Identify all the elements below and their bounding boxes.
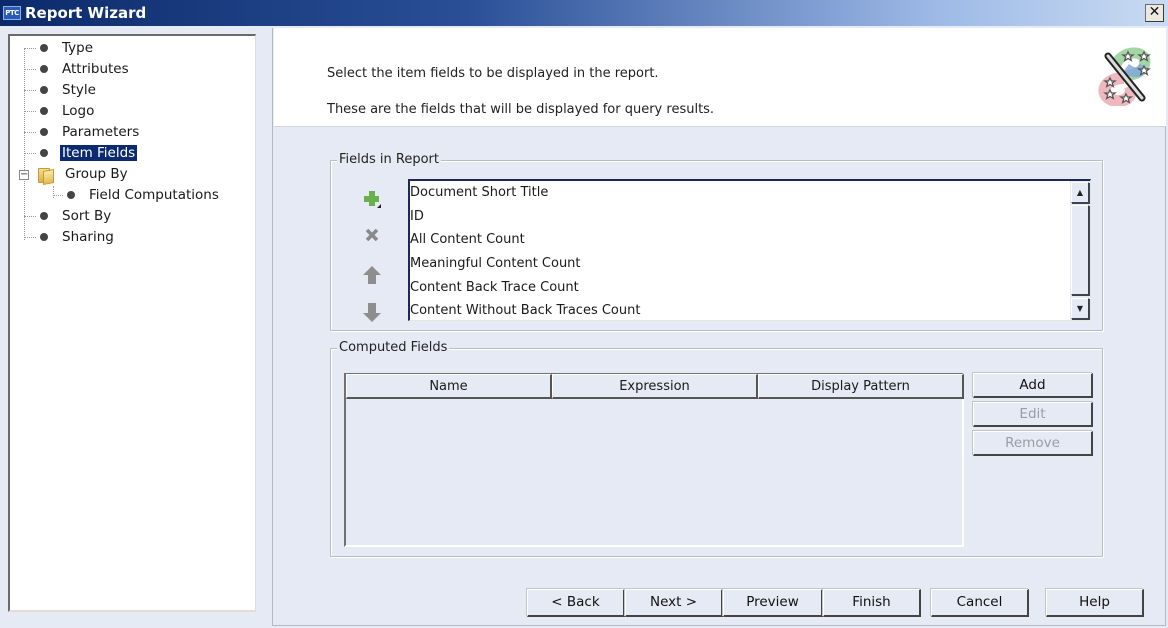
computed-fields-title: Computed Fields [337, 340, 450, 355]
fields-list[interactable]: Document Short Title ID All Content Coun… [408, 179, 1091, 321]
field-list-item[interactable]: Meaningful Content Count [410, 252, 1090, 276]
bullet-icon [40, 86, 48, 94]
back-button[interactable]: < Back [527, 589, 625, 617]
ptc-app-icon: PTC [3, 6, 21, 20]
tree-item-parameters[interactable]: Parameters [24, 122, 141, 142]
fields-in-report-title: Fields in Report [337, 152, 441, 167]
remove-computed-field-button[interactable]: Remove [973, 431, 1093, 456]
tree-item-type[interactable]: Type [24, 38, 95, 58]
remove-field-button[interactable] [362, 225, 382, 245]
window-title: Report Wizard [25, 4, 147, 22]
edit-computed-field-button[interactable]: Edit [973, 402, 1093, 427]
bullet-icon [40, 233, 48, 241]
field-list-item[interactable]: All Content Count [410, 228, 1090, 252]
tree-item-label: Attributes [62, 61, 129, 77]
field-list-item[interactable]: Content Back Trace Count [410, 276, 1090, 300]
fields-list-scrollbar[interactable]: ▲ ▼ [1070, 181, 1090, 320]
folder-icon [37, 166, 53, 183]
magic-wand-icon [1098, 47, 1151, 106]
tree-item-logo[interactable]: Logo [24, 101, 96, 121]
scroll-thumb[interactable] [1071, 205, 1089, 295]
tree-item-label: Group By [65, 166, 128, 182]
add-field-button[interactable] [362, 189, 382, 209]
move-up-button[interactable] [362, 265, 382, 285]
tree-connector [24, 48, 25, 240]
tree-item-label: Logo [62, 103, 95, 119]
bullet-icon [67, 191, 75, 199]
computed-fields-table[interactable]: Name Expression Display Pattern [344, 373, 964, 547]
arrow-down-icon [363, 303, 381, 322]
column-header-name[interactable]: Name [346, 374, 552, 399]
finish-button[interactable]: Finish [823, 589, 921, 617]
tree-item-label: Sharing [62, 229, 114, 245]
tree-item-label: Type [62, 40, 94, 56]
field-list-item[interactable]: Content Without Back Traces Count [410, 299, 1090, 320]
bullet-icon [40, 149, 48, 157]
computed-fields-group: Computed Fields Name Expression Display … [330, 340, 1103, 557]
tree-item-field-computations[interactable]: Field Computations [53, 185, 221, 205]
scroll-down-button[interactable]: ▼ [1071, 298, 1089, 319]
field-list-item[interactable]: ID [410, 205, 1090, 229]
bullet-icon [40, 212, 48, 220]
bullet-icon [40, 44, 48, 52]
fields-in-report-group: Fields in Report Document Short Title ID… [330, 152, 1103, 331]
wizard-content-panel: Select the item fields to be displayed i… [272, 28, 1166, 626]
tree-item-label: Style [62, 82, 96, 98]
bullet-icon [40, 65, 48, 73]
plus-icon [364, 191, 381, 208]
collapse-toggle[interactable]: − [19, 170, 29, 180]
column-header-expression[interactable]: Expression [552, 374, 758, 399]
tree-item-label: Parameters [62, 124, 140, 140]
preview-button[interactable]: Preview [723, 589, 823, 617]
add-computed-field-button[interactable]: Add [973, 373, 1093, 398]
wizard-steps-tree: Type Attributes Style Logo Parameters It… [8, 34, 256, 612]
tree-item-group-by[interactable]: Group By [37, 164, 130, 184]
scroll-up-button[interactable]: ▲ [1071, 182, 1089, 203]
help-button[interactable]: Help [1046, 589, 1144, 617]
next-button[interactable]: Next > [625, 589, 723, 617]
field-list-item[interactable]: Document Short Title [410, 181, 1090, 205]
tree-connector [53, 186, 54, 198]
tree-item-sort-by[interactable]: Sort By [24, 206, 113, 226]
cancel-button[interactable]: Cancel [931, 589, 1029, 617]
title-bar: PTC Report Wizard ✕ [0, 0, 1168, 26]
tree-item-label-selected: Item Fields [60, 145, 138, 161]
column-header-display-pattern[interactable]: Display Pattern [758, 374, 964, 399]
header-description: These are the fields that will be displa… [327, 102, 715, 117]
close-button[interactable]: ✕ [1145, 4, 1164, 22]
tree-item-style[interactable]: Style [24, 80, 98, 100]
tree-item-sharing[interactable]: Sharing [24, 227, 116, 247]
bullet-icon [40, 128, 48, 136]
tree-item-item-fields[interactable]: Item Fields [24, 143, 138, 163]
header-instruction: Select the item fields to be displayed i… [327, 66, 659, 81]
arrow-up-icon [363, 266, 381, 284]
move-down-button[interactable] [362, 303, 382, 323]
tree-item-attributes[interactable]: Attributes [24, 59, 131, 79]
tree-item-label: Sort By [62, 208, 112, 224]
tree-item-label: Field Computations [89, 187, 219, 203]
step-header: Select the item fields to be displayed i… [274, 28, 1166, 127]
delete-icon [365, 228, 379, 242]
bullet-icon [40, 107, 48, 115]
